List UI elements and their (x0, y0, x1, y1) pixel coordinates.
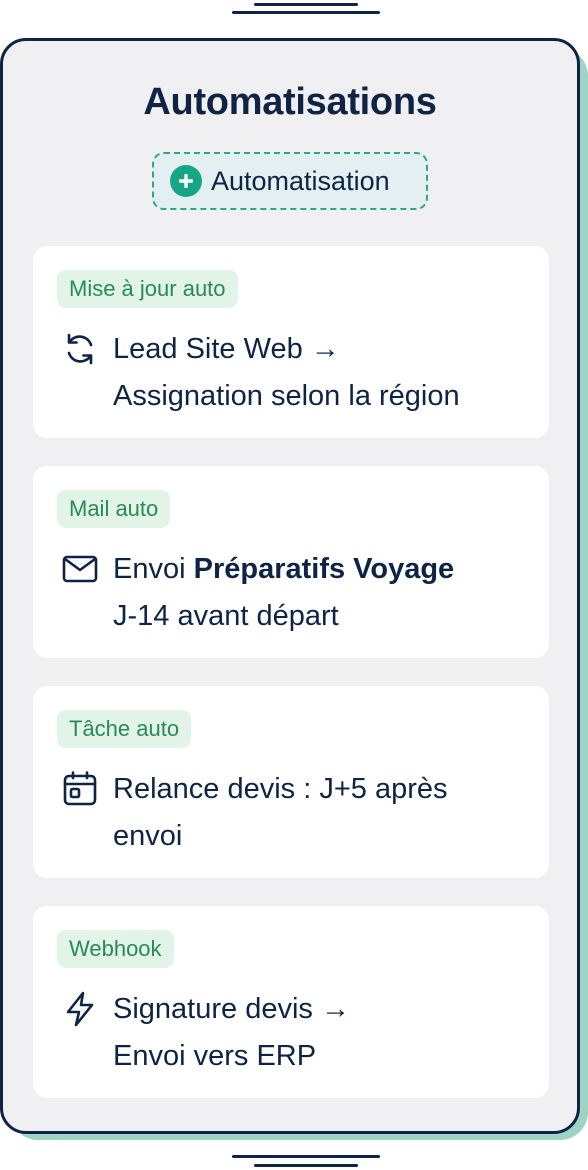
automation-action: Envoi vers ERP (113, 1040, 317, 1072)
automation-trigger: Envoi Préparatifs Voyage (113, 546, 533, 593)
lightning-icon (61, 990, 99, 1028)
automation-action: envoi (113, 820, 183, 852)
calendar-icon (61, 770, 99, 808)
automation-trigger: Lead Site Web → (113, 333, 340, 365)
automation-card-task[interactable]: Tâche auto Relance devis : J+5 après env… (33, 686, 549, 878)
badge-type: Mise à jour auto (57, 270, 238, 308)
automation-description: Relance devis : J+5 après envoi (113, 766, 533, 860)
refresh-icon (61, 330, 99, 368)
automation-action: J-14 avant départ (113, 600, 339, 632)
automation-card-mail[interactable]: Mail auto Envoi Préparatifs Voyage J-14 … (33, 466, 549, 658)
plus-icon (170, 165, 202, 197)
badge-type: Webhook (57, 930, 174, 968)
automation-description: Lead Site Web → Assignation selon la rég… (113, 326, 533, 420)
add-automation-label: Automatisation (211, 165, 390, 196)
page-title: Automatisations (143, 81, 437, 123)
stage: Automatisations Automatisation Mise à jo… (0, 0, 588, 1170)
automation-card-update[interactable]: Mise à jour auto Lead Site Web → Assigna… (33, 246, 549, 438)
badge-type: Tâche auto (57, 710, 192, 748)
automation-action: Assignation selon la région (113, 380, 460, 412)
bottom-decoration-line (232, 1155, 380, 1158)
automation-template-name: Préparatifs Voyage (193, 553, 455, 585)
automation-trigger: Signature devis → (113, 993, 350, 1025)
automation-prefix: Envoi (113, 553, 186, 585)
automation-description: Signature devis → Envoi vers ERP (113, 986, 533, 1080)
add-automation-button[interactable]: Automatisation (152, 152, 428, 210)
mail-icon (61, 550, 99, 588)
badge-type: Mail auto (57, 490, 171, 528)
automations-panel: Automatisations Automatisation Mise à jo… (0, 38, 580, 1134)
automation-description: Envoi Préparatifs Voyage J-14 avant dépa… (113, 546, 533, 640)
top-decoration-line (254, 3, 358, 6)
automation-trigger: Relance devis : J+5 après (113, 773, 448, 805)
automation-card-webhook[interactable]: Webhook Signature devis → Envoi vers ERP (33, 906, 549, 1098)
top-decoration-line (232, 11, 380, 14)
bottom-decoration-line (254, 1164, 358, 1167)
